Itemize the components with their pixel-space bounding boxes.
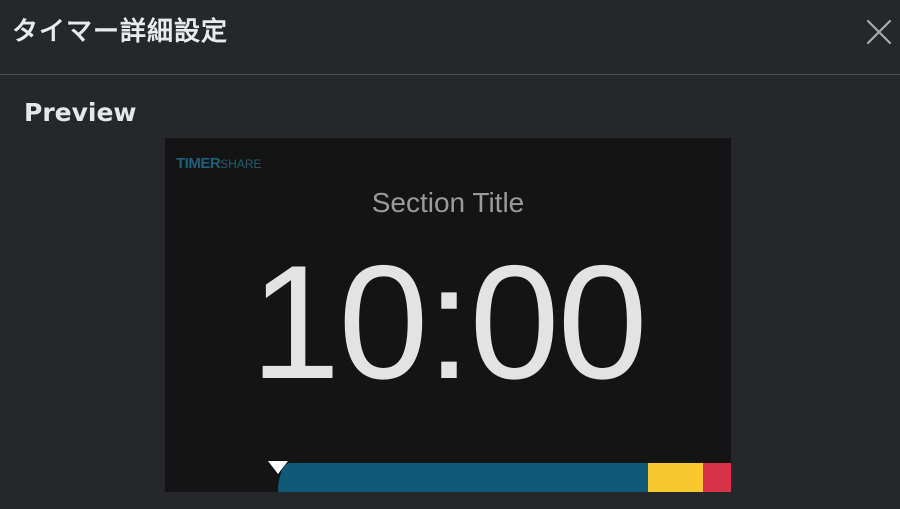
dialog-header: タイマー詳細設定 (0, 0, 900, 75)
logo-text-strong: TIMER (176, 155, 221, 172)
progress-bar (165, 461, 731, 492)
dialog-title: タイマー詳細設定 (12, 17, 229, 47)
timer-preview: TIMERSHARE Section Title 10:00 (165, 138, 731, 492)
section-title: Section Title (371, 187, 525, 218)
time-display: 10:00 (250, 232, 647, 413)
timer-settings-dialog: タイマー詳細設定 Preview TIMERSHARE Section Titl… (0, 0, 900, 509)
progress-marker-icon (268, 461, 289, 474)
timershare-logo: TIMERSHARE (176, 156, 262, 172)
logo-text-light: SHARE (220, 157, 262, 171)
progress-segment-danger (703, 463, 731, 492)
progress-segment-warning (647, 463, 704, 492)
preview-heading: Preview (24, 98, 137, 127)
progress-segment-normal (278, 463, 648, 492)
close-button[interactable] (864, 17, 894, 47)
close-icon (866, 19, 892, 45)
